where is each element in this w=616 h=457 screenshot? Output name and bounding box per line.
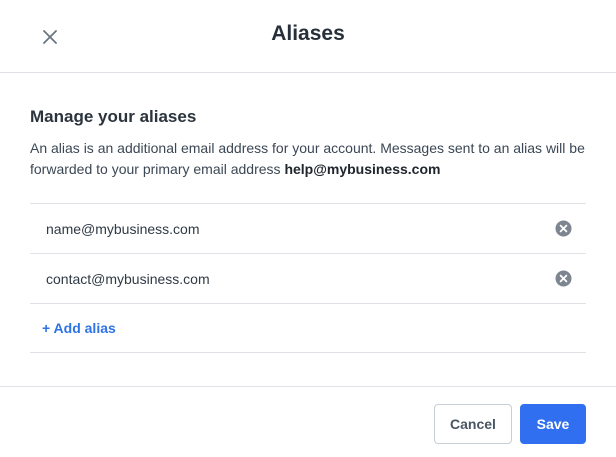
alias-list: name@mybusiness.com contact@mybusiness.c… [30,203,586,353]
dialog-title: Aliases [271,22,345,45]
section-title: Manage your aliases [30,107,197,126]
dialog-header: Aliases [0,0,616,73]
remove-circle-icon [555,270,571,287]
alias-row: contact@mybusiness.com [30,253,586,303]
save-button[interactable]: Save [520,404,586,444]
cancel-button[interactable]: Cancel [434,404,512,444]
alias-row: name@mybusiness.com [30,203,586,253]
remove-alias-button[interactable] [554,270,572,288]
aliases-dialog: Aliases Manage your aliases An alias is … [0,0,616,457]
remove-circle-icon [555,220,571,237]
remove-alias-button[interactable] [554,220,572,238]
add-alias-link[interactable]: + Add alias [42,320,116,336]
add-alias-row: + Add alias [30,303,586,353]
dialog-footer: Cancel Save [0,386,616,457]
alias-email: contact@mybusiness.com [46,270,210,287]
section-description: An alias is an additional email address … [30,138,590,180]
primary-email: help@mybusiness.com [284,161,441,177]
alias-email: name@mybusiness.com [46,220,200,237]
